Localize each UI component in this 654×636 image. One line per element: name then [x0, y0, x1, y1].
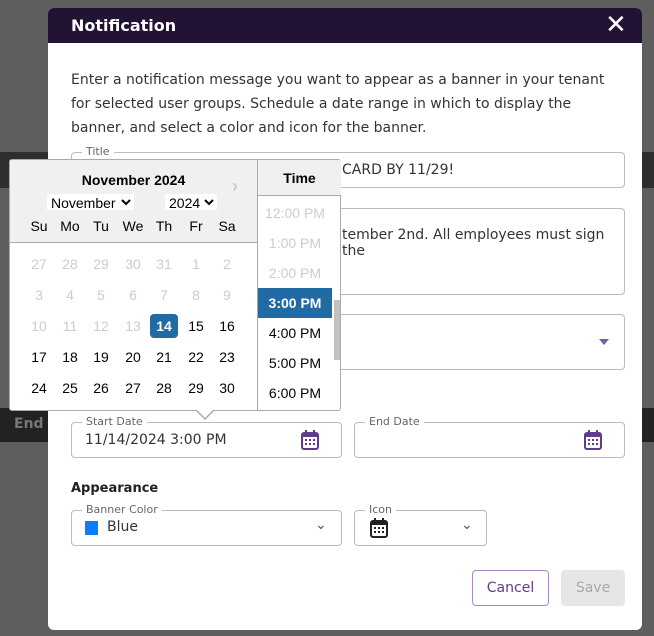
year-select[interactable]: 2024 — [165, 194, 217, 210]
time-option[interactable]: 1:00 PM — [258, 228, 332, 258]
day-cell[interactable]: 24 — [25, 376, 53, 400]
day-cell[interactable]: 29 — [182, 376, 210, 400]
day-cell[interactable]: 1 — [182, 252, 210, 276]
day-cell[interactable]: 6 — [119, 283, 147, 307]
day-cell[interactable]: 13 — [119, 314, 147, 338]
weekday-label: Su — [30, 218, 48, 234]
weekday-label: Fr — [189, 218, 203, 234]
caret-down-icon — [599, 339, 609, 345]
day-cell[interactable]: 21 — [150, 345, 178, 369]
next-month-icon[interactable]: › — [232, 176, 238, 197]
modal-header: Notification ✕ — [48, 8, 642, 43]
time-option[interactable]: 3:00 PM — [258, 288, 332, 318]
day-cell[interactable]: 29 — [87, 252, 115, 276]
day-cell[interactable]: 26 — [87, 376, 115, 400]
day-cell[interactable]: 17 — [25, 345, 53, 369]
day-cell[interactable]: 28 — [150, 376, 178, 400]
day-cell[interactable]: 31 — [150, 252, 178, 276]
day-cell[interactable]: 14 — [150, 314, 178, 338]
start-date-input[interactable]: Start Date 11/14/2024 3:00 PM — [71, 415, 342, 458]
popup-pointer — [197, 410, 213, 418]
cancel-button[interactable]: Cancel — [472, 570, 549, 606]
day-cell[interactable]: 30 — [119, 252, 147, 276]
day-cell[interactable]: 28 — [56, 252, 84, 276]
day-cell[interactable]: 7 — [150, 283, 178, 307]
weekday-label: Sa — [218, 218, 236, 234]
time-option[interactable]: 2:00 PM — [258, 258, 332, 288]
time-option[interactable]: 4:00 PM — [258, 318, 332, 348]
chevron-down-icon: ⌄ — [461, 517, 473, 533]
icon-select[interactable]: Icon ⌄ — [354, 503, 487, 546]
end-date-input[interactable]: End Date — [354, 415, 625, 458]
day-cell[interactable]: 5 — [87, 283, 115, 307]
chevron-down-icon: ⌄ — [315, 517, 327, 533]
day-cell[interactable]: 11 — [56, 314, 84, 338]
day-cell[interactable]: 25 — [56, 376, 84, 400]
end-date-label: End Date — [365, 415, 424, 428]
day-cell[interactable]: 3 — [25, 283, 53, 307]
weekday-label: Tu — [93, 218, 109, 234]
time-list: 12:00 PM 1:00 PM 2:00 PM 3:00 PM 4:00 PM 5:00… — [257, 196, 341, 410]
day-cell[interactable]: 10 — [25, 314, 53, 338]
title-value: CARD BY 11/29! — [342, 162, 455, 178]
banner-color-select[interactable]: Banner Color Blue ⌄ — [71, 503, 342, 546]
day-cell[interactable]: 19 — [87, 345, 115, 369]
day-cell[interactable]: 20 — [119, 345, 147, 369]
start-date-label: Start Date — [82, 415, 147, 428]
intro-text: Enter a notification message you want to… — [71, 72, 605, 136]
datepicker-popup: November 2024 › November 2024 Su Mo Tu We Th… — [9, 159, 341, 411]
day-cell[interactable]: 9 — [213, 283, 241, 307]
day-cell[interactable]: 23 — [213, 345, 241, 369]
background-label: End — [14, 416, 44, 432]
day-cell[interactable]: 16 — [213, 314, 241, 338]
save-button[interactable]: Save — [561, 570, 625, 606]
current-month: November 2024 — [81, 172, 186, 188]
day-cell[interactable]: 27 — [119, 376, 147, 400]
banner-color-label: Banner Color — [82, 503, 162, 516]
day-cell[interactable]: 18 — [56, 345, 84, 369]
weekday-label: We — [122, 218, 144, 234]
close-icon[interactable]: ✕ — [605, 10, 627, 40]
time-header: Time — [257, 160, 341, 196]
color-swatch — [85, 521, 98, 535]
day-cell[interactable]: 12 — [87, 314, 115, 338]
day-cell[interactable]: 30 — [213, 376, 241, 400]
banner-color-value: Blue — [107, 519, 138, 535]
day-cell[interactable]: 4 — [56, 283, 84, 307]
day-cell[interactable]: 15 — [182, 314, 210, 338]
message-value: tember 2nd. All employees must sign the — [342, 227, 605, 259]
icon-label: Icon — [365, 503, 396, 516]
day-cell[interactable]: 2 — [213, 252, 241, 276]
start-date-value: 11/14/2024 3:00 PM — [85, 432, 227, 448]
time-option[interactable]: 5:00 PM — [258, 348, 332, 378]
calendar-icon — [370, 518, 388, 538]
title-label: Title — [82, 145, 114, 158]
datepicker-header: November 2024 › November 2024 Su Mo Tu We Th… — [10, 160, 257, 243]
day-cell[interactable]: 22 — [182, 345, 210, 369]
scrollbar-thumb[interactable] — [334, 300, 340, 360]
day-cell[interactable]: 8 — [182, 283, 210, 307]
calendar-icon[interactable] — [301, 430, 319, 450]
time-option[interactable]: 12:00 PM — [258, 198, 332, 228]
appearance-heading: Appearance — [71, 481, 159, 496]
weekday-label: Mo — [60, 218, 80, 234]
time-option[interactable]: 6:00 PM — [258, 378, 332, 408]
modal-title: Notification — [71, 16, 177, 35]
calendar-icon[interactable] — [584, 430, 602, 450]
day-cell[interactable]: 27 — [25, 252, 53, 276]
month-select[interactable]: November — [47, 194, 134, 210]
weekday-label: Th — [155, 218, 173, 234]
